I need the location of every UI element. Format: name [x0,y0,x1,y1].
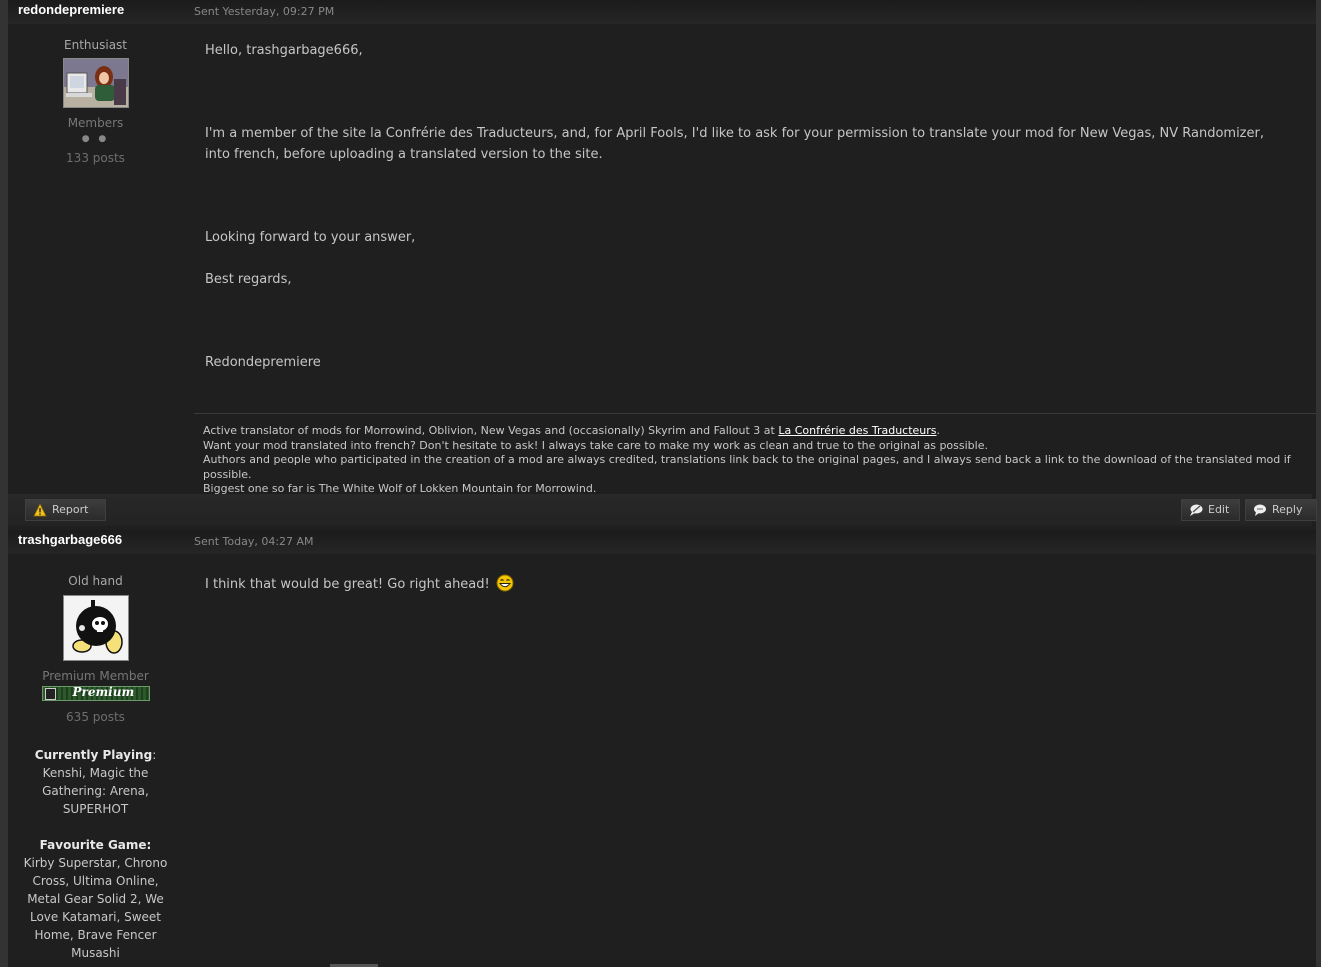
member-group: Members [67,116,124,130]
regards-line: Best regards, [205,272,292,287]
avatar[interactable] [62,595,129,661]
field-label: Currently Playing [34,748,153,762]
edit-button[interactable]: Edit [1181,499,1240,521]
profile-field-favourite-game: Favourite Game: Kirby Superstar, Chrono … [8,836,183,962]
warning-icon [33,503,47,517]
avatar-image [63,596,128,660]
closing-line: Looking forward to your answer, [205,230,416,245]
message-post-2: trashgarbage666 Sent Today, 04:27 AM Old… [8,530,1316,967]
report-label: Report [52,503,89,516]
post-header: trashgarbage666 Sent Today, 04:27 AM [8,530,1316,554]
avatar-image [63,59,128,107]
member-rank: Old hand [68,574,123,588]
rank-pips: ● ● [81,134,110,144]
message-text: I think that would be great! Go right ah… [205,577,490,592]
message-body: Hello, trashgarbage666, I'm a member of … [205,40,1285,373]
badge-icon [44,688,56,700]
author-info-panel: Enthusiast Members ● ● 133 posts [8,38,183,165]
signature-line: Authors and people who participated in t… [203,453,1291,481]
member-rank: Enthusiast [64,38,127,52]
message-post-1: redondepremiere Sent Yesterday, 09:27 PM… [8,0,1316,495]
confrerie-link[interactable]: La Confrérie des Traducteurs [778,424,936,437]
sent-timestamp: Sent Today, 04:27 AM [194,535,314,548]
laughing-emoji-icon [496,574,514,592]
author-name-link[interactable]: trashgarbage666 [18,532,122,547]
author-info-panel: Old hand Premium Member Premium 635 post… [8,574,183,962]
author-name-link[interactable]: redondepremiere [18,2,124,17]
message-body: I think that would be great! Go right ah… [205,574,514,595]
edit-label: Edit [1208,503,1230,516]
greeting-line: Hello, trashgarbage666, [205,43,363,58]
left-page-edge [0,0,8,967]
signature-period: . [936,424,941,437]
post-count: 133 posts [66,151,125,165]
field-value: Kirby Superstar, Chrono Cross, Ultima On… [23,856,168,960]
field-label: Favourite Game [39,838,147,852]
field-value: Kenshi, Magic the Gathering: Arena, SUPE… [42,766,149,816]
user-signature: Active translator of mods for Morrowind,… [194,413,1316,495]
edit-pencil-icon [1190,504,1203,516]
field-colon: : [152,748,157,762]
post-action-bar: Report Edit Reply [8,494,1317,526]
sent-timestamp: Sent Yesterday, 09:27 PM [194,5,335,18]
report-button[interactable]: Report [25,499,106,521]
message-paragraph: I'm a member of the site la Confrérie de… [205,126,1264,162]
avatar[interactable] [62,58,129,108]
profile-field-currently-playing: Currently Playing: Kenshi, Magic the Gat… [8,746,183,818]
post-header: redondepremiere Sent Yesterday, 09:27 PM [8,0,1316,24]
signoff-name: Redondepremiere [205,355,321,370]
field-colon: : [146,838,152,852]
signature-text: Active translator of mods for Morrowind,… [203,424,779,437]
speech-bubble-icon [1254,504,1266,516]
post-count: 635 posts [66,710,125,724]
premium-badge: Premium [41,685,150,701]
member-group: Premium Member [42,669,149,683]
premium-badge-text: Premium [72,685,135,699]
reply-button[interactable]: Reply [1245,499,1317,521]
reply-label: Reply [1272,503,1303,516]
right-page-edge [1316,0,1321,967]
signature-line: Want your mod translated into french? Do… [203,438,988,452]
